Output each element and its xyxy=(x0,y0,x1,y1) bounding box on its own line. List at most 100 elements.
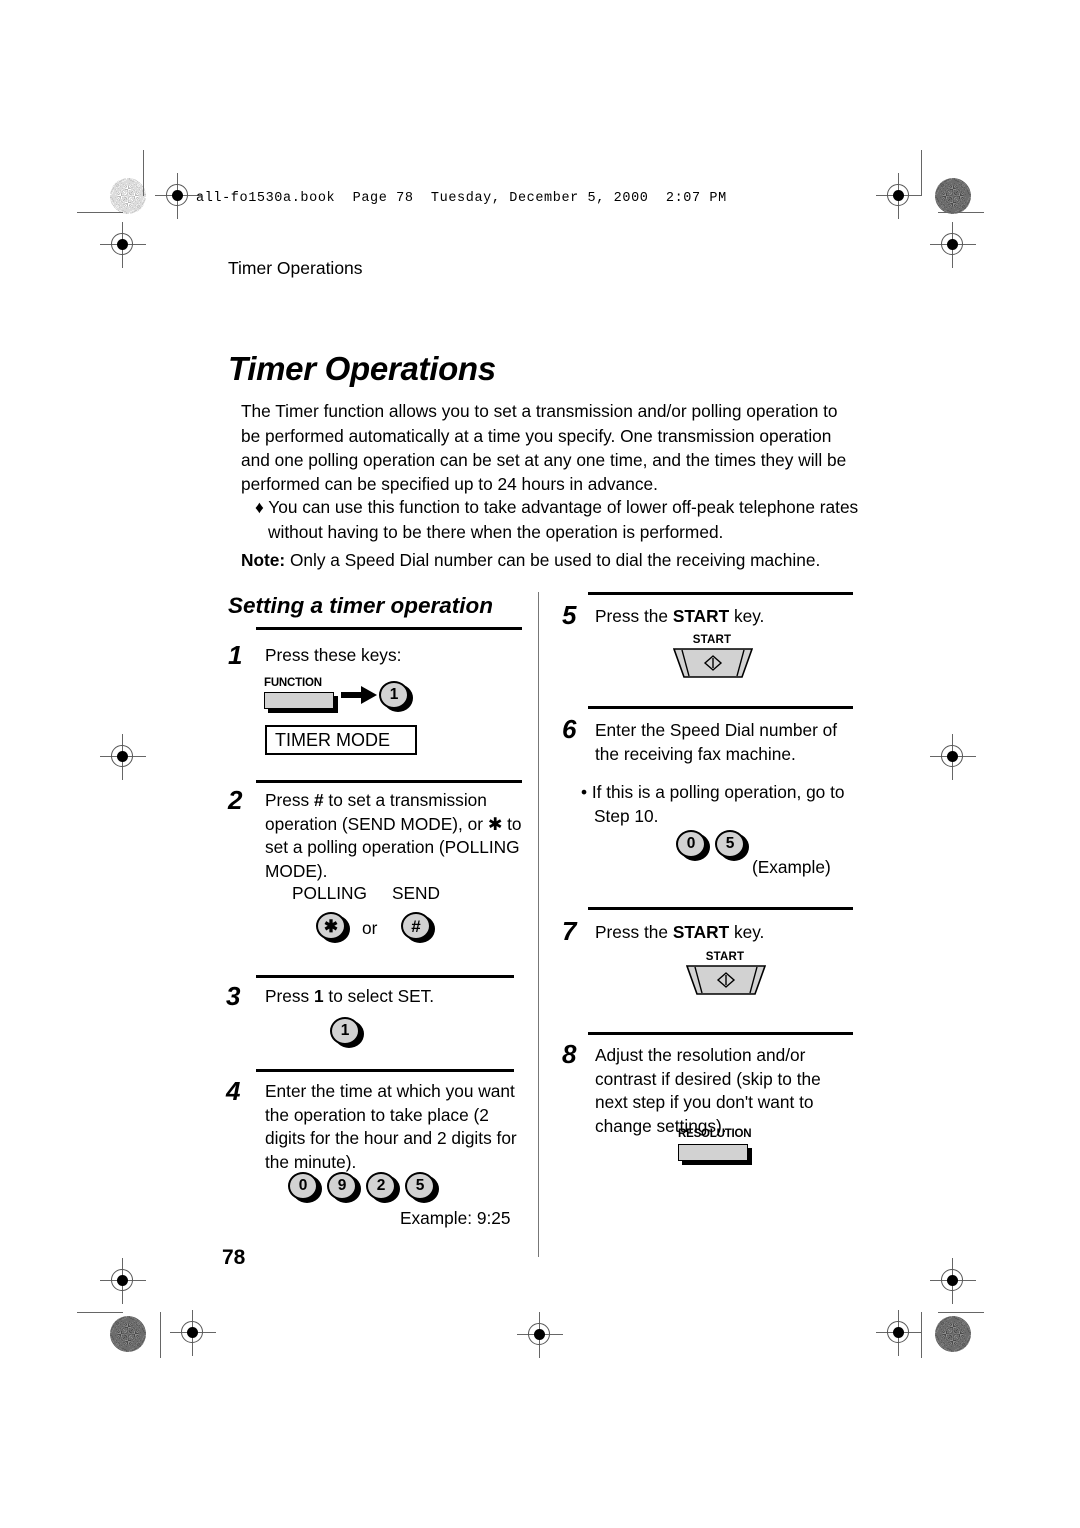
step2-star-inline: ✱ xyxy=(487,813,503,834)
keypad-key-0-step4[interactable]: 0 xyxy=(288,1172,322,1203)
reg-dot xyxy=(187,1327,198,1338)
key-face: 0 xyxy=(288,1172,318,1200)
arrow-right-icon xyxy=(341,686,377,704)
step-number-2: 2 xyxy=(228,785,243,815)
key-face: 9 xyxy=(327,1172,357,1200)
step-rule-8 xyxy=(588,1032,853,1035)
rosette-mark-top-left xyxy=(110,178,146,214)
reg-dot xyxy=(117,751,128,762)
resolution-key[interactable]: RESOLUTION xyxy=(676,1128,758,1166)
step-number-4: 4 xyxy=(226,1076,241,1106)
step-text-6: Enter the Speed Dial number of the recei… xyxy=(595,720,838,764)
step-number-7: 7 xyxy=(562,916,577,946)
reg-dot xyxy=(947,751,958,762)
page-title: Timer Operations xyxy=(228,350,496,388)
start-key-step7[interactable]: START xyxy=(678,951,772,995)
step7-text-a: Press the xyxy=(595,922,673,942)
keypad-key-hash[interactable]: # xyxy=(401,912,435,943)
step7-start-inline: START xyxy=(672,922,730,942)
step-text-1: Press these keys: xyxy=(265,645,402,665)
step-rule-4 xyxy=(256,1069,514,1072)
step2-text-a: Press xyxy=(265,790,314,810)
trim-line-top-left-vertical xyxy=(143,150,145,196)
step-rule-3 xyxy=(256,975,514,978)
resolution-key-label: RESOLUTION xyxy=(678,1128,752,1140)
step-rule-6 xyxy=(588,706,853,709)
step-rule-1 xyxy=(256,627,522,630)
step-rule-2 xyxy=(256,780,522,783)
step-number-8: 8 xyxy=(562,1039,577,1069)
keypad-key-9-step4[interactable]: 9 xyxy=(327,1172,361,1203)
trim-line-left-upper-horizontal xyxy=(77,212,123,214)
key-face: ✱ xyxy=(316,912,346,940)
step3-text-a: Press xyxy=(265,986,314,1006)
step-text-3: Press 1 to select SET. xyxy=(265,985,515,1009)
registration-mark-right-upper xyxy=(930,222,976,268)
step-text-8: Adjust the resolution and/or contrast if… xyxy=(595,1045,821,1136)
keypad-key-2-step4[interactable]: 2 xyxy=(366,1172,400,1203)
start-key-label: START xyxy=(705,951,745,963)
trim-line-top-right-vertical xyxy=(921,150,923,196)
trim-line-right-lower-horizontal xyxy=(938,1312,984,1314)
keypad-key-star[interactable]: ✱ xyxy=(316,912,350,943)
keypad-key-5-step4[interactable]: 5 xyxy=(405,1172,439,1203)
note-label: Note: xyxy=(241,550,286,571)
column-divider xyxy=(538,592,540,1257)
trim-line-bottom-left-vertical xyxy=(160,1312,162,1358)
step-number-6: 6 xyxy=(562,714,577,744)
note-paragraph: Note: Only a Speed Dial number can be us… xyxy=(241,548,866,572)
step3-key-inline: 1 xyxy=(313,986,324,1006)
key-face: 5 xyxy=(405,1172,435,1200)
registration-mark-top-left xyxy=(155,173,201,219)
step6-bullet: • If this is a polling operation, go to … xyxy=(581,782,845,826)
running-head: Timer Operations xyxy=(228,258,363,278)
step-number-3: 3 xyxy=(226,981,241,1011)
manual-page: all-fo1530a.book Page 78 Tuesday, Decemb… xyxy=(0,0,1080,1528)
keypad-key-1-step1[interactable]: 1 xyxy=(379,681,413,712)
rosette-mark-top-right xyxy=(935,178,971,214)
polling-key-label: POLLING xyxy=(292,883,367,903)
note-text: Only a Speed Dial number can be used to … xyxy=(285,550,821,571)
registration-mark-bottom-left xyxy=(170,1310,216,1356)
rosette-mark-bottom-left xyxy=(110,1316,146,1352)
function-key-label: FUNCTION xyxy=(264,677,322,689)
registration-mark-bottom-right xyxy=(876,1310,922,1356)
start-key-shape xyxy=(673,648,753,678)
resolution-key-face xyxy=(678,1144,748,1161)
send-key-label: SEND xyxy=(392,883,441,903)
step5-text-a: Press the xyxy=(595,606,673,626)
page-number: 78 xyxy=(222,1246,246,1269)
section-subheading: Setting a timer operation xyxy=(228,592,494,618)
keypad-key-0-step6[interactable]: 0 xyxy=(676,830,710,861)
step-number-5: 5 xyxy=(562,600,577,630)
reg-dot xyxy=(947,239,958,250)
step5-text-c: key. xyxy=(729,606,765,626)
registration-mark-left-upper xyxy=(100,222,146,268)
intro-paragraph: The Timer function allows you to set a t… xyxy=(241,401,847,495)
reg-dot xyxy=(117,239,128,250)
step7-text-c: key. xyxy=(729,922,765,942)
step-text-5: Press the START key. xyxy=(595,605,845,629)
reg-dot xyxy=(172,190,183,201)
start-key-step5[interactable]: START xyxy=(665,634,759,678)
key-face: 1 xyxy=(379,681,409,709)
trim-line-left-lower-horizontal xyxy=(77,1312,123,1314)
step6-example-label: (Example) xyxy=(752,857,831,877)
reg-dot xyxy=(893,1327,904,1338)
function-key[interactable]: FUNCTION xyxy=(262,677,338,713)
key-face: # xyxy=(401,912,431,940)
keypad-key-1-step3[interactable]: 1 xyxy=(330,1017,364,1048)
registration-mark-left-lower xyxy=(100,1258,146,1304)
key-face: 5 xyxy=(715,830,745,858)
step-number-1: 1 xyxy=(228,640,243,670)
step2-hash-inline: # xyxy=(313,790,324,810)
reg-dot xyxy=(534,1329,545,1340)
rosette-mark-bottom-right xyxy=(935,1316,971,1352)
step-text-2: Press # to set a transmission operation … xyxy=(265,789,523,883)
or-label: or xyxy=(362,918,378,938)
keypad-key-5-step6[interactable]: 5 xyxy=(715,830,749,861)
start-key-label: START xyxy=(692,634,732,646)
registration-mark-left-middle xyxy=(100,734,146,780)
registration-mark-top-right xyxy=(876,173,922,219)
step-text-4: Enter the time at which you want the ope… xyxy=(265,1081,517,1172)
